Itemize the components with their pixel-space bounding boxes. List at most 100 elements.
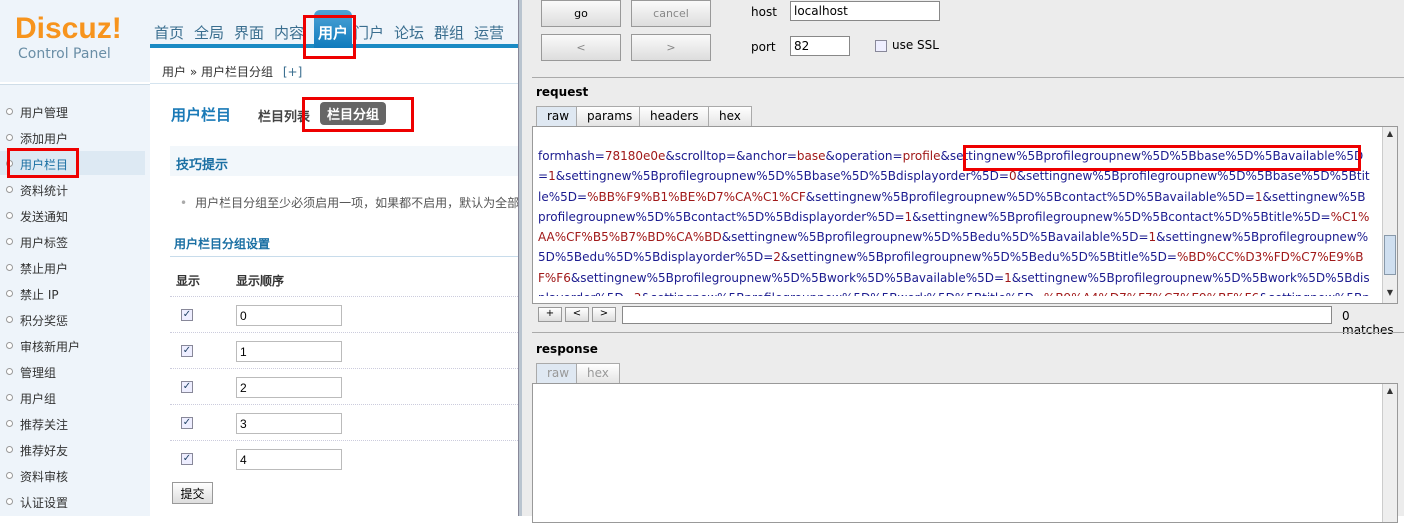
sidebar-item[interactable]: 推荐关注 xyxy=(0,411,145,435)
show-checkbox[interactable]: ✓ xyxy=(181,345,193,357)
sidebar: 用户管理 添加用户 用户栏目 资料统计 发送通知 用户标签 禁止用户 禁止 IP 积分奖惩 审核新… xyxy=(0,84,150,516)
param-key: formhash xyxy=(538,149,595,163)
order-input[interactable] xyxy=(236,305,342,326)
order-input[interactable] xyxy=(236,413,342,434)
param-key: settingnew%5Bprofilegroupnew%5D%5Bedu%5D… xyxy=(731,230,1139,245)
sidebar-item[interactable]: 推荐好友 xyxy=(0,437,145,461)
request-label: request xyxy=(536,85,589,99)
search-next-button[interactable]: > xyxy=(592,307,616,322)
table-row: ✓ xyxy=(170,404,520,440)
request-body: formhash=78180e0e&scrolltop=&anchor=base… xyxy=(538,146,1372,296)
submit-button[interactable]: 提交 xyxy=(172,482,213,504)
sidebar-item[interactable]: 资料统计 xyxy=(0,177,145,201)
ssl-checkbox[interactable] xyxy=(875,40,887,52)
sidebar-item[interactable]: 禁止用户 xyxy=(0,255,145,279)
order-input[interactable] xyxy=(236,377,342,398)
sidebar-item[interactable]: 积分奖惩 xyxy=(0,307,145,331)
table-row: ✓ xyxy=(170,332,520,368)
ssl-label: use SSL xyxy=(892,38,939,52)
param-key: operation xyxy=(834,149,893,163)
param-key: anchor xyxy=(745,149,787,163)
order-input[interactable] xyxy=(236,449,342,470)
param-value: 1 xyxy=(904,209,913,224)
param-key: settingnew%5Bprofilegroupnew%5D%5Bcontac… xyxy=(815,189,1245,204)
nav-tab[interactable]: 界面 xyxy=(234,22,264,43)
forward-button[interactable]: > xyxy=(631,34,711,61)
table-row: ✓ xyxy=(170,440,520,476)
column-show: 显示 xyxy=(176,274,201,288)
param-value: 0 xyxy=(1008,169,1017,184)
param-value: 2 xyxy=(773,250,781,265)
go-button[interactable]: go xyxy=(541,0,621,27)
tab-headers[interactable]: headers xyxy=(639,106,710,126)
show-checkbox[interactable]: ✓ xyxy=(181,417,193,429)
search-prev-button[interactable]: < xyxy=(565,307,589,322)
table-row: ✓ xyxy=(170,296,520,332)
param-key: settingnew%5Bprofilegroupnew%5D%5Bcontac… xyxy=(921,209,1321,224)
response-scrollbar[interactable]: ▲ xyxy=(1382,384,1397,522)
port-input[interactable]: 82 xyxy=(790,36,850,56)
nav-tab[interactable]: 内容 xyxy=(274,22,304,43)
param-value: 3 xyxy=(634,291,642,296)
sidebar-item[interactable]: 添加用户 xyxy=(0,125,145,149)
sidebar-item[interactable]: 用户管理 xyxy=(0,99,145,123)
show-checkbox[interactable]: ✓ xyxy=(181,381,193,393)
nav-tab[interactable]: 用户 xyxy=(314,10,353,48)
tab-response-hex[interactable]: hex xyxy=(576,363,620,383)
cancel-button[interactable]: cancel xyxy=(631,0,711,27)
request-scrollbar[interactable]: ▲ ▼ xyxy=(1382,127,1397,303)
sidebar-item[interactable]: 认证设置 xyxy=(0,489,145,513)
tab-response-raw[interactable]: raw xyxy=(536,363,581,383)
settings-title: 用户栏目分组设置 xyxy=(174,237,271,251)
host-input[interactable]: localhost xyxy=(790,1,940,21)
show-checkbox[interactable]: ✓ xyxy=(181,309,193,321)
nav-tab[interactable]: 首页 xyxy=(154,22,184,43)
http-editor-panel: go cancel < > host localhost port 82 use… xyxy=(522,0,1404,523)
add-shortcut-link[interactable]: [+] xyxy=(283,65,302,79)
order-input[interactable] xyxy=(236,341,342,362)
request-tabs: raw params headers hex xyxy=(536,106,936,126)
tab-column-group[interactable]: 栏目分组 xyxy=(320,102,387,125)
port-label: port xyxy=(751,40,776,54)
nav-tab[interactable]: 全局 xyxy=(194,22,224,43)
param-key: scrolltop xyxy=(674,149,726,163)
param-key: settingnew%5Bprofilegroupnew%5D%5Bedu%5D… xyxy=(790,250,1167,265)
sidebar-item[interactable]: 管理组 xyxy=(0,359,145,383)
param-value: 1 xyxy=(1254,189,1263,204)
sidebar-item[interactable]: 禁止 IP xyxy=(0,281,145,305)
tip-text: 用户栏目分组至少必须启用一项，如果都不启用，默认为全部启用 xyxy=(180,194,520,211)
tab-raw[interactable]: raw xyxy=(536,106,581,126)
tips-title: 技巧提示 xyxy=(170,146,520,176)
search-add-button[interactable]: + xyxy=(538,307,562,322)
tab-hex[interactable]: hex xyxy=(708,106,752,126)
response-tabs: raw hex xyxy=(536,363,736,383)
nav-tab[interactable]: 门户 xyxy=(354,22,384,43)
table-row: ✓ xyxy=(170,368,520,404)
request-raw-text[interactable]: formhash=78180e0e&scrolltop=&anchor=base… xyxy=(532,126,1398,304)
logo: Discuz! Control Panel xyxy=(0,0,150,82)
page-title: 用户栏目 xyxy=(171,106,232,124)
nav-tab[interactable]: 运营 xyxy=(474,22,504,43)
param-value: %BB%F9%B1%BE%D7%CA%C1%CF xyxy=(587,189,806,204)
nav-tab[interactable]: 论坛 xyxy=(394,22,424,43)
tab-params[interactable]: params xyxy=(576,106,644,126)
tab-column-list[interactable]: 栏目列表 xyxy=(258,106,310,125)
breadcrumb: 用户 » 用户栏目分组 [+] xyxy=(150,52,520,84)
param-value: 1 xyxy=(1148,230,1157,245)
breadcrumb-root[interactable]: 用户 xyxy=(162,65,186,79)
nav-tab[interactable]: 群组 xyxy=(434,22,464,43)
param-value: 1 xyxy=(548,169,556,184)
param-key: settingnew%5Bprofilegroupnew%5D%5Bbase%5… xyxy=(565,169,999,184)
sidebar-item[interactable]: 用户组 xyxy=(0,385,145,409)
sidebar-item[interactable]: 发送通知 xyxy=(0,203,145,227)
response-text[interactable]: ▲ xyxy=(532,383,1398,523)
sidebar-item[interactable]: 审核新用户 xyxy=(0,333,145,357)
param-value: profile xyxy=(902,149,941,163)
param-value: base xyxy=(796,149,826,163)
back-button[interactable]: < xyxy=(541,34,621,61)
show-checkbox[interactable]: ✓ xyxy=(181,453,193,465)
sidebar-item[interactable]: 用户栏目 xyxy=(0,151,145,175)
sidebar-item[interactable]: 资料审核 xyxy=(0,463,145,487)
search-input[interactable] xyxy=(622,306,1332,324)
sidebar-item[interactable]: 用户标签 xyxy=(0,229,145,253)
